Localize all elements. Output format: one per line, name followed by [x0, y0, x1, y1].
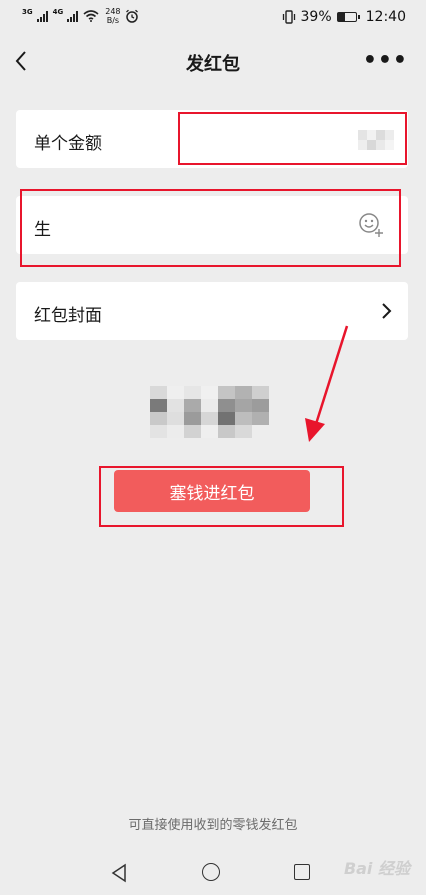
clock: 12:40	[365, 9, 406, 25]
speed-unit: B/s	[106, 16, 120, 25]
greeting-input[interactable]: 生	[34, 215, 51, 240]
battery-level	[337, 13, 345, 21]
battery-icon	[336, 12, 360, 22]
system-back-icon[interactable]	[110, 863, 128, 883]
send-red-packet-button[interactable]: 塞钱进红包	[114, 470, 310, 512]
system-nav-bar: Bai 经验	[0, 855, 426, 895]
emoji-add-icon[interactable]	[358, 212, 384, 238]
status-right: 39% 12:40	[282, 9, 406, 25]
amount-row[interactable]: 单个金额	[16, 110, 408, 168]
footer-hint: 可直接使用收到的零钱发红包	[128, 818, 298, 833]
signal-icon	[67, 10, 79, 22]
network-type-1: 3G	[22, 7, 33, 16]
watermark: Bai 经验	[343, 859, 410, 878]
wifi-icon	[83, 10, 99, 22]
network-speed: 248 B/s	[105, 7, 120, 25]
system-home-icon[interactable]	[202, 863, 220, 881]
chevron-right-icon	[382, 303, 392, 319]
cover-row[interactable]: 红包封面	[16, 282, 408, 340]
battery-percent: 39%	[300, 9, 332, 25]
amount-display-mosaic	[150, 386, 269, 438]
more-icon[interactable]: •••	[363, 48, 408, 73]
status-left: 3G 4G 248 B/s	[22, 7, 139, 25]
greeting-row[interactable]: 生	[16, 196, 408, 254]
amount-value-mosaic[interactable]	[358, 130, 394, 150]
nav-bar: 发红包 •••	[0, 40, 426, 84]
vibrate-icon	[282, 10, 295, 24]
alarm-icon	[125, 9, 138, 23]
status-bar: 3G 4G 248 B/s 39% 12:40	[0, 0, 426, 34]
system-recent-icon[interactable]	[294, 864, 310, 880]
speed-value: 248	[105, 7, 121, 16]
cover-label: 红包封面	[34, 306, 102, 326]
amount-label: 单个金额	[34, 134, 102, 154]
network-type-2: 4G	[52, 7, 64, 16]
signal-icon	[36, 10, 48, 22]
